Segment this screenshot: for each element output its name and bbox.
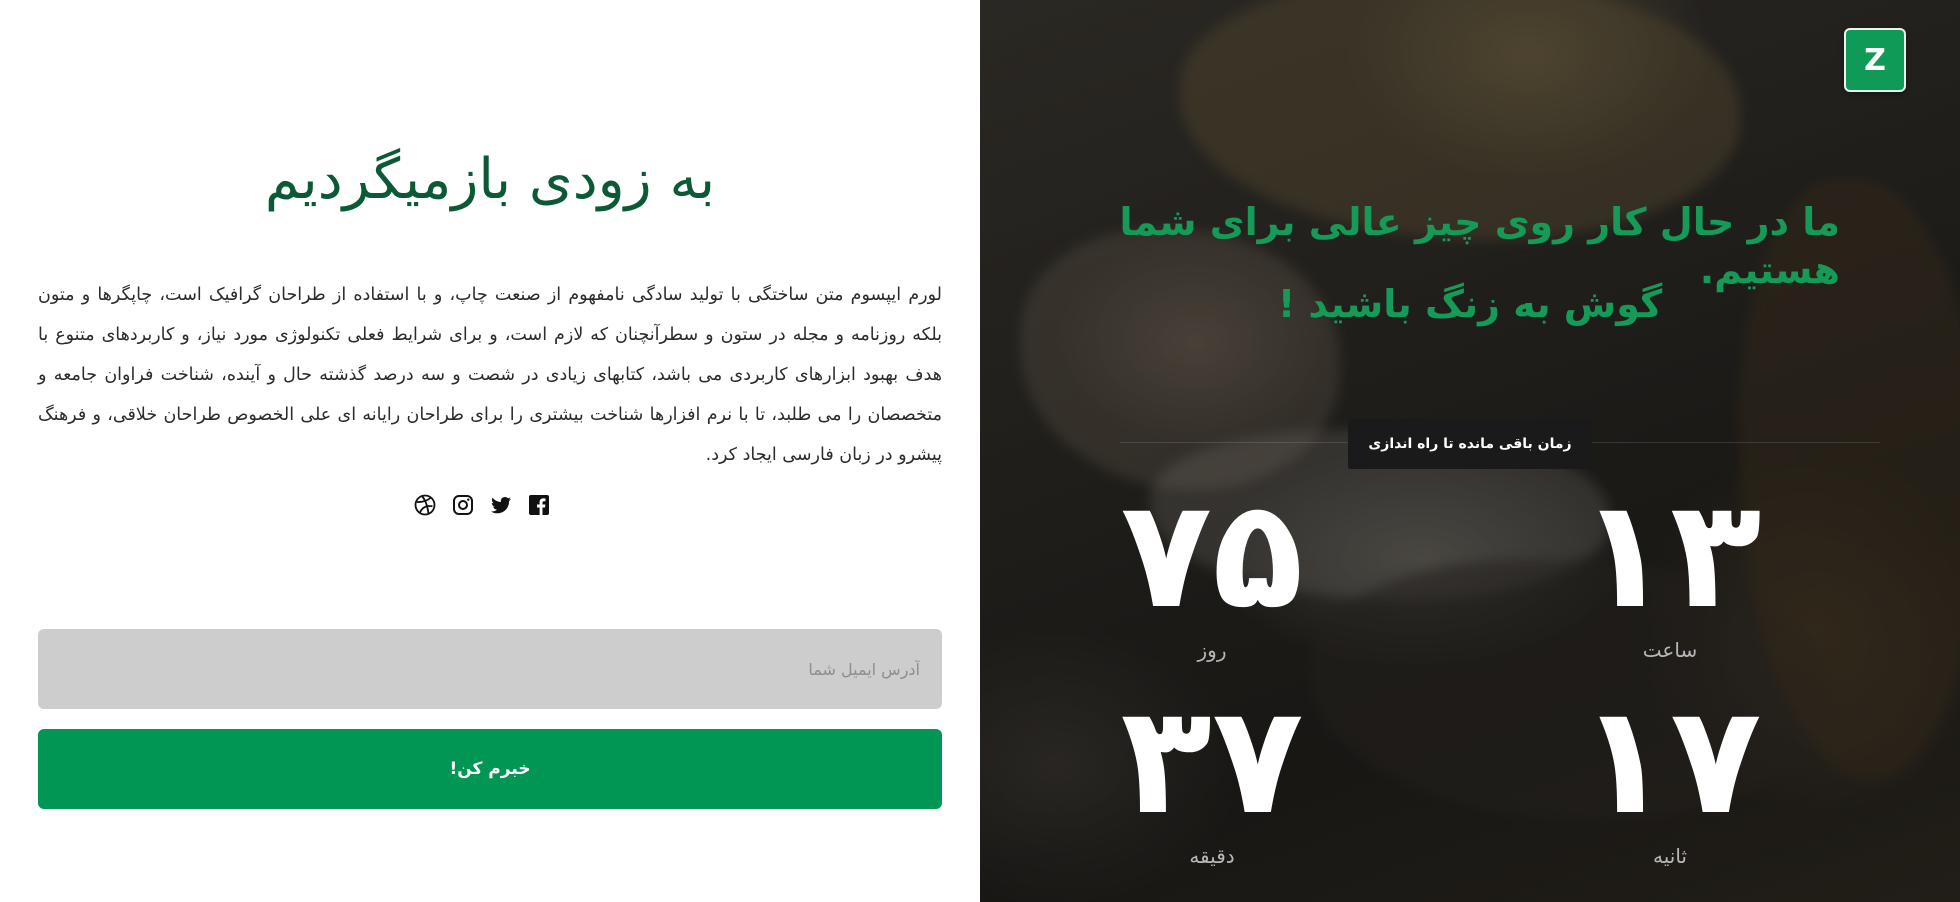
countdown-hours: ۱۳ ساعت [1550,480,1790,662]
countdown-label: زمان باقی مانده تا راه اندازی [1348,419,1592,469]
content-panel: به زودی بازمیگردیم لورم ایپسوم متن ساختگ… [0,0,980,902]
notify-me-button[interactable]: خبرم کن! [38,729,942,809]
countdown-minutes: ۳۷ دقیقه [1092,686,1332,868]
countdown-seconds: ۱۷ ثانیه [1550,686,1790,868]
minutes-value: ۳۷ [1120,674,1307,848]
countdown-days: ۷۵ روز [1092,480,1332,662]
facebook-icon[interactable] [526,492,552,518]
twitter-icon[interactable] [488,492,514,518]
brand-logo[interactable]: Z [1844,28,1906,92]
page-title: به زودی بازمیگردیم [264,147,716,212]
intro-paragraph: لورم ایپسوم متن ساختگی با تولید سادگی نا… [38,285,942,465]
days-value: ۷۵ [1120,468,1307,642]
hero-panel: Z ما در حال کار روی چیز عالی برای شما هس… [980,0,1960,902]
logo-letter: Z [1864,42,1886,78]
email-input[interactable] [38,629,942,709]
headline-secondary: گوش به زنگ باشید ! [1277,282,1663,326]
social-links [0,492,972,518]
seconds-value: ۱۷ [1578,674,1765,848]
hours-value: ۱۳ [1578,468,1765,642]
instagram-icon[interactable] [450,492,476,518]
dribbble-icon[interactable] [412,492,438,518]
coming-soon-page: به زودی بازمیگردیم لورم ایپسوم متن ساختگ… [0,0,1960,902]
